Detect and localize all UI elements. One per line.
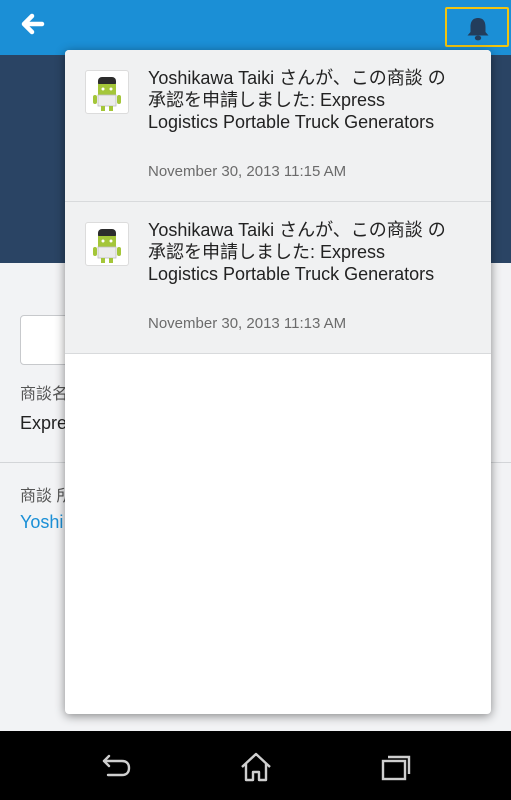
- notification-item[interactable]: Yoshikawa Taiki さんが、この商談 の承認を申請しました: Exp…: [65, 202, 491, 354]
- android-avatar-icon: [85, 70, 129, 114]
- recent-apps-icon: [381, 755, 411, 781]
- home-icon: [241, 752, 271, 782]
- system-navigation-bar: [0, 731, 511, 800]
- notification-time: November 30, 2013 11:15 AM: [148, 163, 347, 180]
- owner-link[interactable]: Yoshi: [20, 512, 63, 533]
- notifications-button[interactable]: [445, 7, 509, 47]
- system-back-button[interactable]: [96, 751, 136, 783]
- back-icon: [102, 754, 131, 777]
- arrow-left-icon: [21, 13, 45, 35]
- system-recent-apps-button[interactable]: [376, 751, 416, 783]
- android-avatar-icon: [85, 222, 129, 266]
- field-value: Expre: [20, 413, 68, 433]
- notification-text: Yoshikawa Taiki さんが、この商談 の承認を申請しました: Exp…: [148, 68, 446, 132]
- field-label: 商談名: [20, 386, 69, 403]
- notification-time: November 30, 2013 11:13 AM: [148, 315, 347, 332]
- back-button[interactable]: [14, 10, 50, 42]
- bell-icon: [467, 18, 489, 41]
- app-header: [0, 0, 511, 55]
- notifications-popover: Yoshikawa Taiki さんが、この商談 の承認を申請しました: Exp…: [65, 50, 491, 714]
- notification-item[interactable]: Yoshikawa Taiki さんが、この商談 の承認を申請しました: Exp…: [65, 50, 491, 202]
- notification-text: Yoshikawa Taiki さんが、この商談 の承認を申請しました: Exp…: [148, 220, 446, 284]
- system-home-button[interactable]: [236, 751, 276, 783]
